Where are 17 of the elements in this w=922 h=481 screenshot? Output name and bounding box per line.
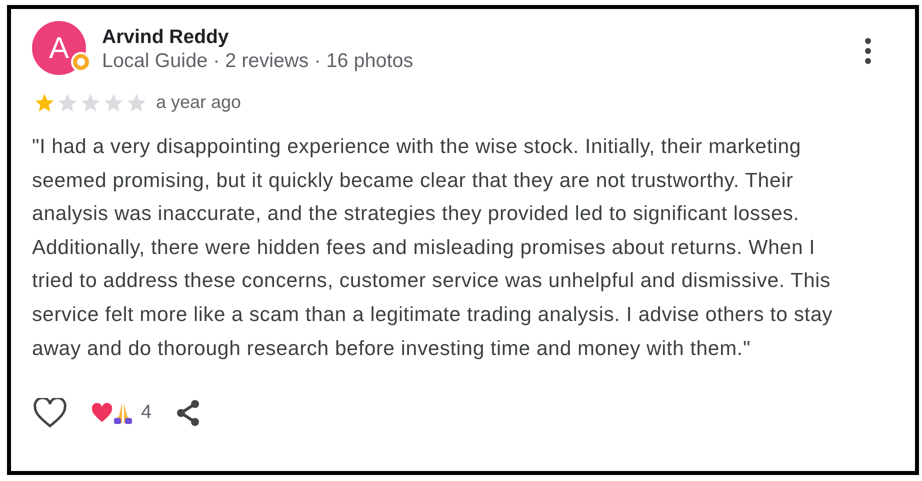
share-icon[interactable] bbox=[176, 400, 200, 426]
reaction-count: 4 bbox=[141, 400, 152, 425]
local-guide-badge-icon bbox=[71, 52, 91, 72]
star-icon bbox=[56, 92, 79, 114]
review-time: a year ago bbox=[156, 91, 242, 114]
review-text: "I had a very disappointing experience with the wise stock. Initially, their marketing seemed promising, but it quickly became clear that they are not trustworthy. Their analysis was inaccurate, and the strategies they provided led to significant losses. Additionally, there were hidden fees and misleading promises about returns. When I tried to address these concerns, customer service was unhelpful and dismissive. This service felt more like a scam than a legitimate trading analysis. I advise others to stay away and do thorough research before investing time and money with them." bbox=[31, 135, 834, 362]
heart-emoji-icon bbox=[91, 403, 113, 424]
more-options-icon[interactable] bbox=[865, 37, 871, 65]
reviewer-meta: Local Guide · 2 reviews · 16 photos bbox=[102, 49, 414, 73]
star-icon bbox=[125, 92, 148, 114]
avatar: A bbox=[32, 21, 86, 75]
star-icon bbox=[102, 92, 125, 114]
star-icon bbox=[79, 92, 102, 114]
like-heart-icon[interactable] bbox=[33, 398, 67, 428]
star-icon bbox=[33, 92, 56, 114]
praying-hands-emoji-icon bbox=[113, 402, 133, 424]
reviewer-name[interactable]: Arvind Reddy bbox=[102, 25, 414, 49]
